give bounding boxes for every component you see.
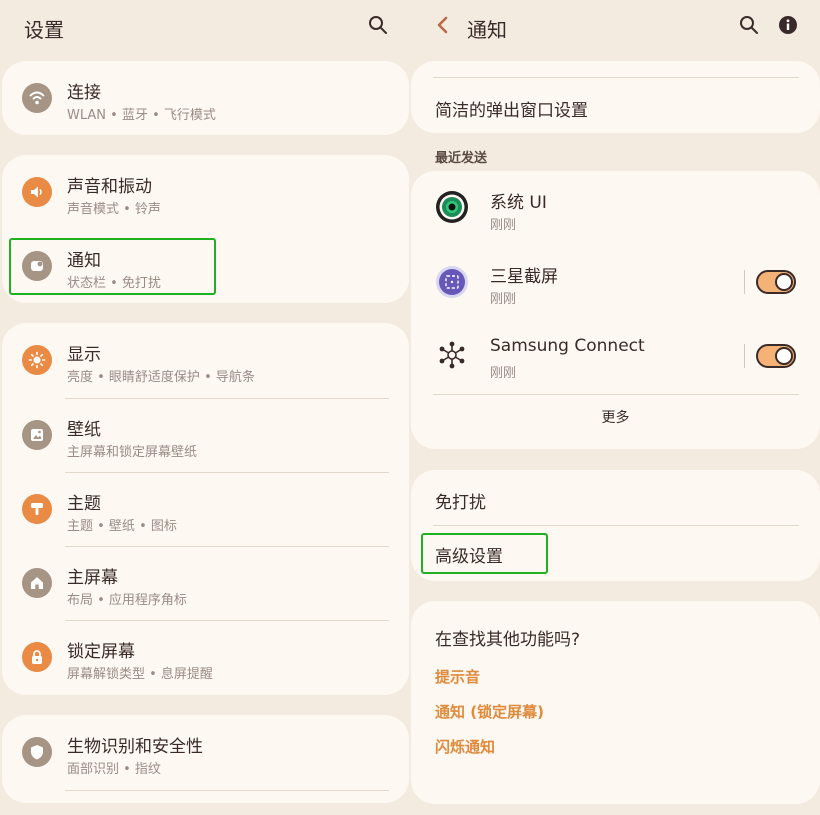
system-ui-icon [435, 190, 469, 224]
settings-item-connections[interactable]: 连接 WLAN • 蓝牙 • 飞行模式 [2, 61, 409, 135]
section-header-recent: 最近发送 [435, 151, 488, 166]
recent-app-item[interactable]: 三星截屏 刚刚 [411, 245, 820, 319]
settings-item-subtitle: 布局 • 应用程序角标 [67, 593, 187, 608]
suggestions-card: 在查找其他功能吗? 提示音 通知 (锁定屏幕) 闪烁通知 [411, 601, 820, 804]
notifications-pane: 通知 简洁的弹出窗口设置 最近发送 系统 UI 刚刚 三星截屏 刚刚 Samsu… [411, 0, 820, 815]
brightness-icon [22, 345, 52, 375]
wifi-icon [22, 83, 52, 113]
popup-style-label: 简洁的弹出窗口设置 [435, 101, 588, 121]
suggestions-title: 在查找其他功能吗? [435, 630, 581, 650]
divider [433, 394, 799, 395]
link-lock-screen-notifications[interactable]: 通知 (锁定屏幕) [435, 701, 544, 722]
settings-group-display: 显示 亮度 • 眼睛舒适度保护 • 导航条 壁纸 主屏幕和锁定屏幕壁纸 主题 主… [2, 323, 409, 695]
link-alert-sound[interactable]: 提示音 [435, 666, 480, 687]
settings-item-themes[interactable]: 主题 主题 • 壁纸 • 图标 [2, 472, 409, 546]
divider [65, 790, 389, 791]
recent-app-item[interactable]: 系统 UI 刚刚 [411, 171, 820, 245]
volume-icon [22, 177, 52, 207]
notification-toggle[interactable] [756, 270, 796, 294]
dnd-item[interactable]: 免打扰 [411, 470, 820, 526]
lock-icon [22, 642, 52, 672]
settings-item-title: 连接 [67, 83, 101, 103]
settings-item-title: 生物识别和安全性 [67, 737, 203, 757]
highlight-box-notifications [9, 238, 216, 295]
app-name: 系统 UI [490, 193, 547, 213]
settings-item-title: 主屏幕 [67, 568, 118, 588]
settings-item-sound[interactable]: 声音和振动 声音模式 • 铃声 [2, 155, 409, 229]
settings-item-subtitle: 面部识别 • 指纹 [67, 762, 161, 777]
settings-item-subtitle: 屏幕解锁类型 • 息屏提醒 [67, 667, 213, 682]
link-flash-notification[interactable]: 闪烁通知 [435, 736, 495, 757]
settings-item-title: 声音和振动 [67, 177, 152, 197]
search-icon[interactable] [735, 11, 763, 39]
back-chevron-icon[interactable] [429, 11, 457, 39]
settings-item-wallpaper[interactable]: 壁纸 主屏幕和锁定屏幕壁纸 [2, 398, 409, 472]
screenshot-icon [435, 265, 469, 299]
dnd-label: 免打扰 [435, 493, 486, 513]
highlight-box-advanced [421, 533, 548, 574]
samsung-connect-icon [437, 340, 467, 370]
settings-item-subtitle: 亮度 • 眼睛舒适度保护 • 导航条 [67, 370, 255, 385]
theme-icon [22, 494, 52, 524]
info-icon[interactable] [774, 11, 802, 39]
settings-item-biometrics[interactable]: 生物识别和安全性 面部识别 • 指纹 [2, 715, 409, 789]
settings-item-title: 主题 [67, 494, 101, 514]
settings-item-home-screen[interactable]: 主屏幕 布局 • 应用程序角标 [2, 546, 409, 620]
settings-pane: 设置 连接 WLAN • 蓝牙 • 飞行模式 声音和振动 声音模式 • 铃声 通… [0, 0, 411, 815]
app-name: 三星截屏 [490, 267, 558, 287]
settings-item-lock-screen[interactable]: 锁定屏幕 屏幕解锁类型 • 息屏提醒 [2, 620, 409, 694]
home-icon [22, 568, 52, 598]
settings-item-subtitle: 主题 • 壁纸 • 图标 [67, 519, 177, 534]
notification-toggle[interactable] [756, 344, 796, 368]
search-icon[interactable] [364, 11, 392, 39]
settings-item-subtitle: WLAN • 蓝牙 • 飞行模式 [67, 108, 216, 123]
divider [744, 270, 745, 294]
settings-item-subtitle: 主屏幕和锁定屏幕壁纸 [67, 445, 198, 460]
settings-item-title: 壁纸 [67, 420, 101, 440]
settings-group-connections: 连接 WLAN • 蓝牙 • 飞行模式 [2, 61, 409, 135]
app-name: Samsung Connect [490, 336, 645, 356]
toggle-knob [775, 347, 793, 365]
settings-item-display[interactable]: 显示 亮度 • 眼睛舒适度保护 • 导航条 [2, 323, 409, 397]
page-title: 通知 [467, 18, 507, 42]
popup-settings-card: 简洁的弹出窗口设置 [411, 61, 820, 133]
divider [744, 344, 745, 368]
recent-apps-card: 系统 UI 刚刚 三星截屏 刚刚 Samsung Connect 刚刚 更多 [411, 171, 820, 449]
settings-item-title: 锁定屏幕 [67, 642, 135, 662]
shield-icon [22, 737, 52, 767]
recent-app-item[interactable]: Samsung Connect 刚刚 [411, 319, 820, 393]
app-time: 刚刚 [490, 218, 517, 233]
settings-item-subtitle: 声音模式 • 铃声 [67, 202, 161, 217]
settings-item-title: 显示 [67, 345, 101, 365]
wallpaper-icon [22, 420, 52, 450]
more-button[interactable]: 更多 [411, 407, 820, 427]
settings-group-security: 生物识别和安全性 面部识别 • 指纹 [2, 715, 409, 803]
toggle-knob [775, 273, 793, 291]
app-time: 刚刚 [490, 292, 517, 307]
popup-style-item[interactable]: 简洁的弹出窗口设置 [411, 77, 820, 133]
page-title: 设置 [24, 18, 64, 42]
app-time: 刚刚 [490, 366, 517, 381]
